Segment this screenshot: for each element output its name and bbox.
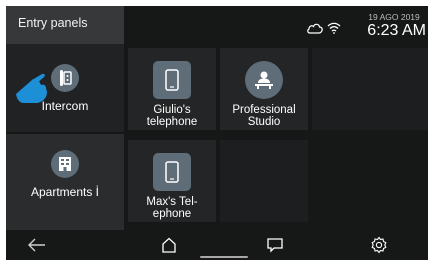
tile-label: Giulio's telephone bbox=[146, 104, 198, 128]
home-indicator bbox=[200, 256, 248, 258]
pointer-hand-icon bbox=[16, 73, 47, 103]
cloud-icon bbox=[307, 23, 323, 34]
section-title: Entry panels bbox=[6, 6, 124, 44]
tile-empty bbox=[220, 140, 308, 222]
divider bbox=[6, 132, 124, 134]
tile-giulios-telephone[interactable]: Giulio's telephone bbox=[128, 48, 216, 130]
intercom-phone-icon bbox=[51, 64, 79, 92]
professional-desk-icon bbox=[245, 61, 283, 99]
gear-icon[interactable] bbox=[366, 232, 392, 258]
intercom-screen: Entry panels Intercom Apartments İ 19 AG… bbox=[6, 6, 428, 260]
sidebar-item-apartments[interactable]: Apartments İ bbox=[6, 146, 124, 216]
wifi-icon bbox=[327, 22, 341, 34]
sidebar: Entry panels Intercom Apartments İ bbox=[6, 6, 124, 230]
home-icon[interactable] bbox=[156, 232, 182, 258]
sidebar-item-label: Apartments İ bbox=[30, 185, 100, 199]
tile-label: Max's Tel- ephone bbox=[146, 196, 198, 220]
back-arrow-icon[interactable] bbox=[24, 232, 50, 258]
bottom-nav bbox=[6, 230, 428, 260]
smartphone-icon bbox=[153, 153, 191, 191]
tile-maxs-telephone[interactable]: Max's Tel- ephone bbox=[128, 140, 216, 222]
tile-label: Professional Studio bbox=[232, 104, 296, 128]
status-date: 19 AGO 2019 bbox=[368, 12, 420, 22]
message-icon[interactable] bbox=[262, 232, 288, 258]
apartment-building-icon bbox=[51, 150, 79, 178]
tile-professional-studio[interactable]: Professional Studio bbox=[220, 48, 308, 130]
smartphone-icon bbox=[153, 61, 191, 99]
tile-empty bbox=[312, 48, 428, 130]
status-time: 6:23 AM bbox=[367, 22, 426, 39]
